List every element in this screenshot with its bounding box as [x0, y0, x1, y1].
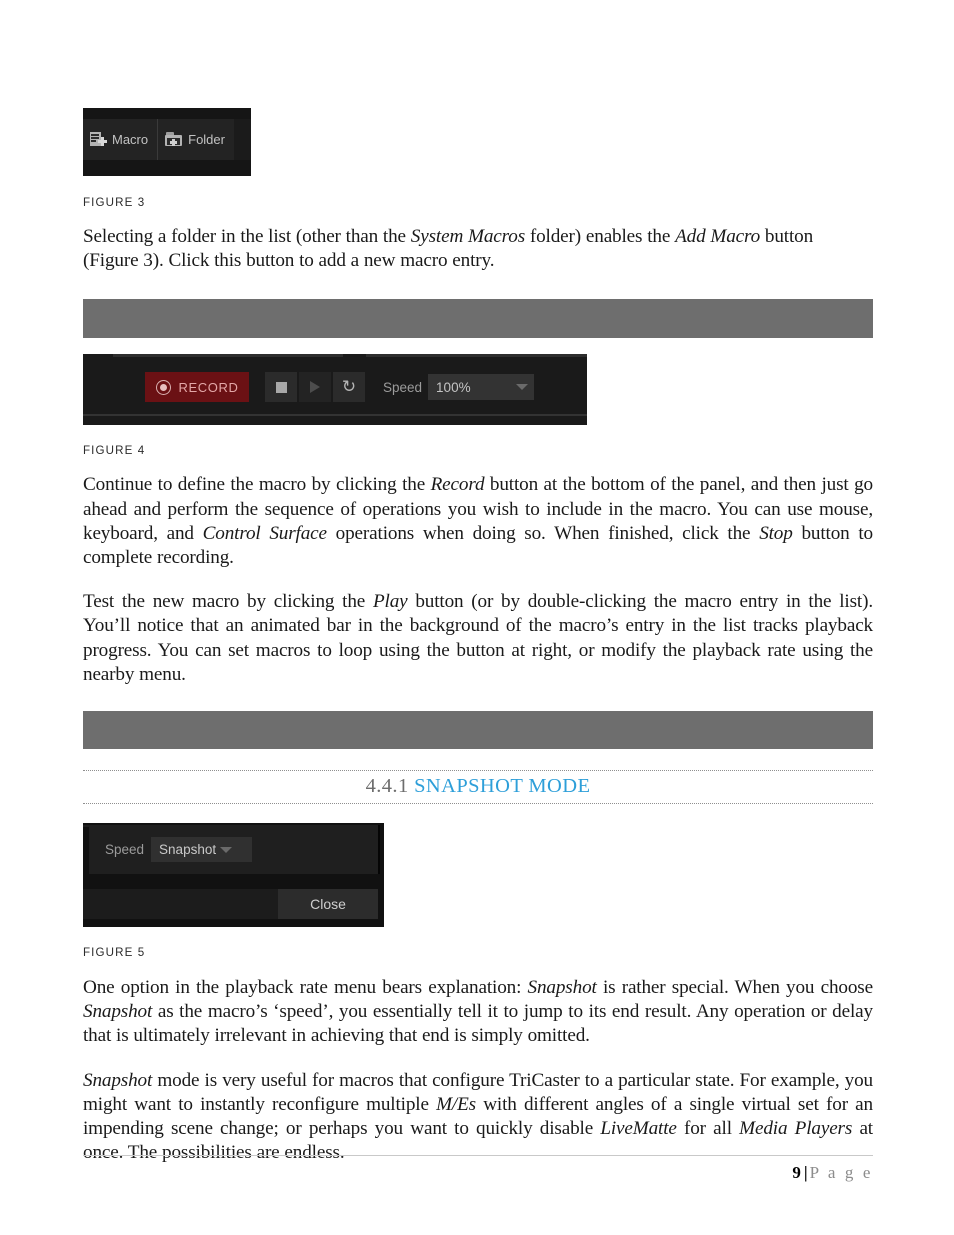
paragraph-continue-define-macro: Continue to define the macro by clicking… — [83, 474, 873, 569]
snapshot-value: Snapshot — [159, 842, 217, 858]
paragraph-selecting-folder: Selecting a folder in the list (other th… — [83, 226, 814, 272]
panel-bottom-edge — [83, 414, 587, 417]
add-folder-button[interactable]: Folder — [158, 119, 234, 160]
image-placeholder-bar-2 — [83, 711, 873, 750]
loop-icon: ↻ — [341, 376, 357, 397]
figure-3-image: Macro Folder — [83, 108, 251, 176]
stop-button[interactable] — [265, 372, 297, 403]
add-macro-label: Macro — [112, 132, 149, 147]
speed-dropdown[interactable]: 100% — [428, 374, 535, 401]
paragraph-snapshot-mode-useful: Snapshot mode is very useful for macros … — [83, 1069, 873, 1164]
snapshot-speed-panel: Speed Snapshot — [83, 825, 380, 877]
speed-label: Speed — [383, 379, 423, 395]
add-macro-button[interactable]: Macro — [83, 119, 159, 160]
chevron-down-icon — [516, 384, 529, 391]
record-label: RECORD — [178, 379, 239, 395]
figure-5-caption: FIGURE 5 — [83, 946, 146, 960]
panel-left-edge — [83, 827, 89, 877]
loop-button[interactable]: ↻ — [333, 372, 365, 403]
document-page: Macro Folder FIGURE 3 Selecting a folder… — [0, 0, 954, 1235]
record-button[interactable]: RECORD — [145, 372, 249, 403]
section-number: 4.4.1 — [365, 775, 409, 798]
speed-label-snapshot: Speed — [105, 842, 145, 858]
figure-4-image: RECORD ↻ Speed 100% — [83, 354, 587, 426]
close-label: Close — [310, 896, 346, 913]
figure-4-caption: FIGURE 4 — [83, 444, 146, 458]
add-macro-icon — [90, 132, 107, 147]
page-content: Macro Folder FIGURE 3 Selecting a folder… — [83, 108, 873, 1183]
chevron-down-icon — [220, 846, 233, 853]
macro-toolbar: Macro Folder — [83, 119, 251, 160]
macro-transport-bar: RECORD ↻ Speed 100% — [83, 369, 587, 405]
record-dot-icon — [155, 379, 171, 395]
panel-top-edge-left — [113, 354, 343, 358]
panel-divider — [83, 874, 384, 890]
paragraph-one-option-playback: One option in the playback rate menu bea… — [83, 977, 873, 1047]
figure-3-caption: FIGURE 3 — [83, 196, 146, 209]
footer-page-word: P a g e — [809, 1163, 873, 1182]
add-folder-icon — [165, 132, 183, 147]
page-footer: 9 | P a g e — [83, 1155, 873, 1183]
panel-top-edge-right — [366, 354, 587, 358]
footer-page-number: 9 — [792, 1163, 801, 1182]
play-button[interactable] — [299, 372, 331, 403]
section-heading-snapshot-mode: 4.4.1 SNAPSHOT MODE — [83, 770, 873, 805]
snapshot-dropdown[interactable]: Snapshot — [151, 837, 253, 863]
section-title: SNAPSHOT MODE — [414, 775, 591, 798]
speed-control-group-snapshot: Speed Snapshot — [105, 837, 253, 863]
paragraph-test-new-macro: Test the new macro by clicking the Play … — [83, 591, 873, 685]
speed-value: 100% — [436, 379, 471, 395]
stop-icon — [275, 381, 287, 393]
play-icon — [310, 381, 320, 394]
close-button[interactable]: Close — [278, 889, 378, 920]
transport-button-group: ↻ — [265, 372, 365, 403]
footer-separator: | — [803, 1163, 808, 1182]
speed-control-group: Speed 100% — [383, 374, 535, 401]
panel-footer: Close — [83, 889, 378, 920]
add-folder-label: Folder — [188, 132, 225, 147]
image-placeholder-bar-1 — [83, 299, 873, 339]
figure-5-image: Speed Snapshot Close — [83, 823, 384, 928]
